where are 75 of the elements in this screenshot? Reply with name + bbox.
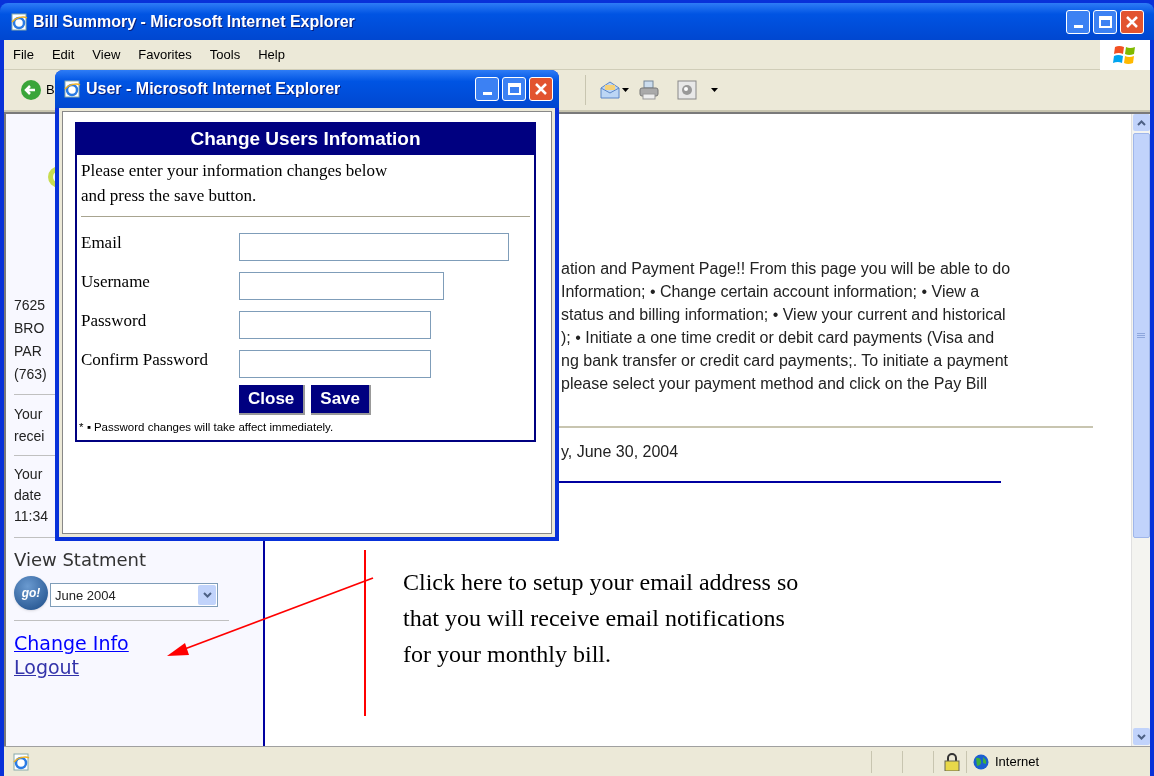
- browser-icon: [12, 752, 30, 771]
- menu-item[interactable]: Tools: [200, 44, 250, 65]
- close-button[interactable]: [529, 77, 553, 101]
- menu-item[interactable]: View: [83, 44, 130, 65]
- address-line: (763): [14, 365, 47, 384]
- intro-text-line: status and billing information; • View your current and historical: [561, 305, 1006, 325]
- minimize-button[interactable]: [475, 77, 499, 101]
- printer-icon: [638, 80, 659, 100]
- edit-button[interactable]: [676, 80, 718, 100]
- close-button[interactable]: Close: [239, 385, 306, 415]
- menu-item[interactable]: Favorites: [129, 44, 201, 65]
- scroll-down-icon: [1136, 733, 1146, 740]
- maximize-button[interactable]: [502, 77, 526, 101]
- mail-button[interactable]: [599, 80, 629, 100]
- form-heading: Change Users Infomation: [190, 127, 421, 152]
- notice-text: 11:34: [14, 507, 48, 526]
- minimize-icon: [1073, 24, 1083, 28]
- address-line: BRO: [14, 319, 45, 338]
- menu-item[interactable]: File: [4, 44, 43, 65]
- field-label: Confirm Password: [80, 350, 210, 370]
- notice-text: date: [14, 486, 42, 505]
- scroll-up-icon: [1136, 119, 1146, 126]
- change-info-link[interactable]: Change Info: [14, 631, 129, 655]
- minimize-button[interactable]: [1066, 9, 1090, 34]
- minimize-icon: [482, 92, 492, 95]
- month-select[interactable]: June 2004: [50, 583, 218, 607]
- annotation-text: Click here to setup your email address so that you will receive email notifications for your monthly bill.: [403, 568, 799, 669]
- intro-text-line: ation and Payment Page!! From this page you will be able to do: [561, 259, 1011, 279]
- input-field[interactable]: [239, 350, 431, 378]
- close-icon: [1126, 15, 1138, 28]
- field-label: Username: [80, 272, 151, 292]
- back-button[interactable]: B: [20, 79, 55, 101]
- caret-icon: [710, 88, 718, 92]
- zone-text: Internet: [995, 752, 1041, 771]
- close-button[interactable]: [1120, 9, 1144, 34]
- chevron-down-icon: [202, 592, 212, 598]
- field-label: Email: [80, 233, 123, 253]
- date-text: y, June 30, 2004: [561, 442, 679, 462]
- edit-page-icon: [676, 80, 697, 100]
- menu-item[interactable]: Edit: [42, 44, 84, 65]
- print-button[interactable]: [638, 80, 659, 100]
- field-label: Password: [80, 311, 148, 331]
- input-field[interactable]: [239, 311, 431, 339]
- envelope-icon: [599, 80, 620, 100]
- maximize-button[interactable]: [1093, 9, 1117, 34]
- intro-text-line: please select your payment method and click on the Pay Bill: [561, 374, 987, 394]
- intro-text-line: ng bank transfer or credit card payments;. To initiate a payment: [561, 351, 1009, 371]
- password-note: * ▪ Password changes will take affect immediately.: [78, 420, 335, 435]
- caret-icon: [621, 88, 629, 92]
- address-line: 7625: [14, 296, 46, 315]
- maximize-icon: [1098, 15, 1112, 28]
- input-field[interactable]: [239, 233, 509, 261]
- window-title: Bill Summory - Microsoft Internet Explorer: [33, 11, 356, 32]
- notice-text: recei: [14, 427, 45, 446]
- maximize-icon: [507, 83, 521, 95]
- notice-text: Your: [14, 405, 43, 424]
- go-button[interactable]: go!: [14, 576, 48, 610]
- section-heading: View Statment: [14, 548, 148, 572]
- scrollbar-thumb[interactable]: [1132, 133, 1150, 538]
- instructions-text: Please enter your information changes below and press the save button.: [80, 160, 389, 207]
- globe-icon: [973, 753, 989, 770]
- browser-icon: [10, 12, 28, 31]
- notice-text: Your: [14, 465, 43, 484]
- save-button[interactable]: Save: [311, 385, 371, 415]
- browser-icon: [63, 80, 81, 98]
- intro-text-line: ); • Initiate a one time credit or debit card payments (Visa and: [561, 328, 995, 348]
- input-field[interactable]: [239, 272, 444, 300]
- menu-item[interactable]: Help: [249, 44, 294, 65]
- intro-text-line: Information; • Change certain account information; • View a: [561, 282, 980, 302]
- logout-link[interactable]: Logout: [14, 655, 80, 679]
- windows-logo-icon: [1113, 43, 1137, 66]
- window-title: User - Microsoft Internet Explorer: [86, 79, 342, 99]
- close-icon: [535, 83, 547, 95]
- address-line: PAR: [14, 342, 42, 361]
- lock-icon: [944, 752, 960, 771]
